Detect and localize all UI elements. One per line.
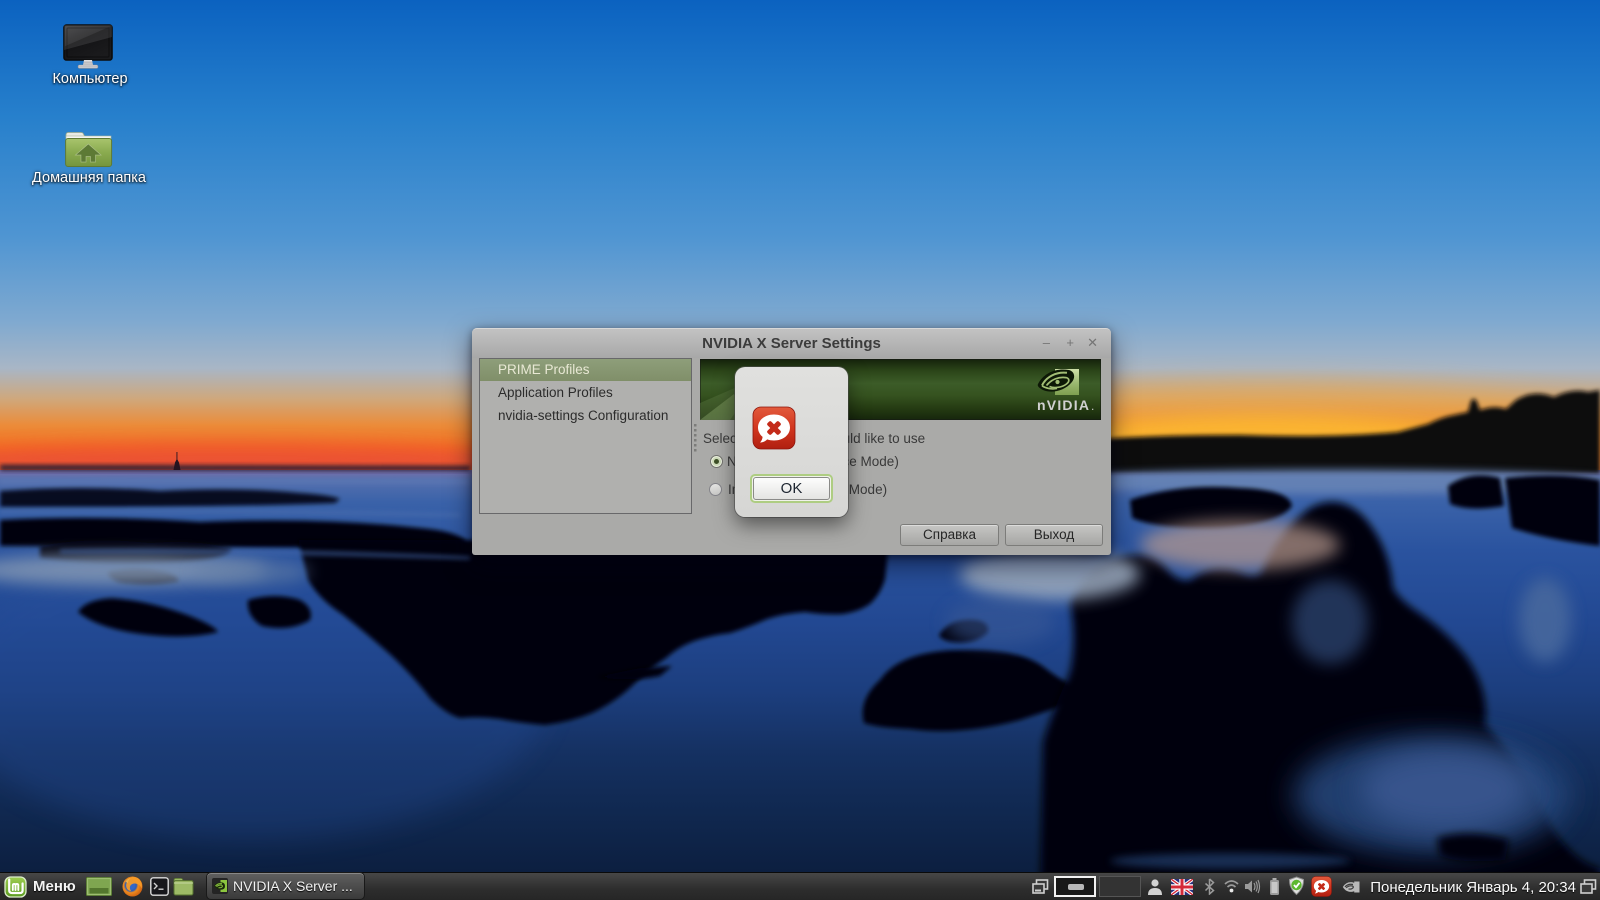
- svg-text:nVIDIA: nVIDIA: [1037, 397, 1089, 413]
- svg-text:.: .: [1091, 399, 1094, 413]
